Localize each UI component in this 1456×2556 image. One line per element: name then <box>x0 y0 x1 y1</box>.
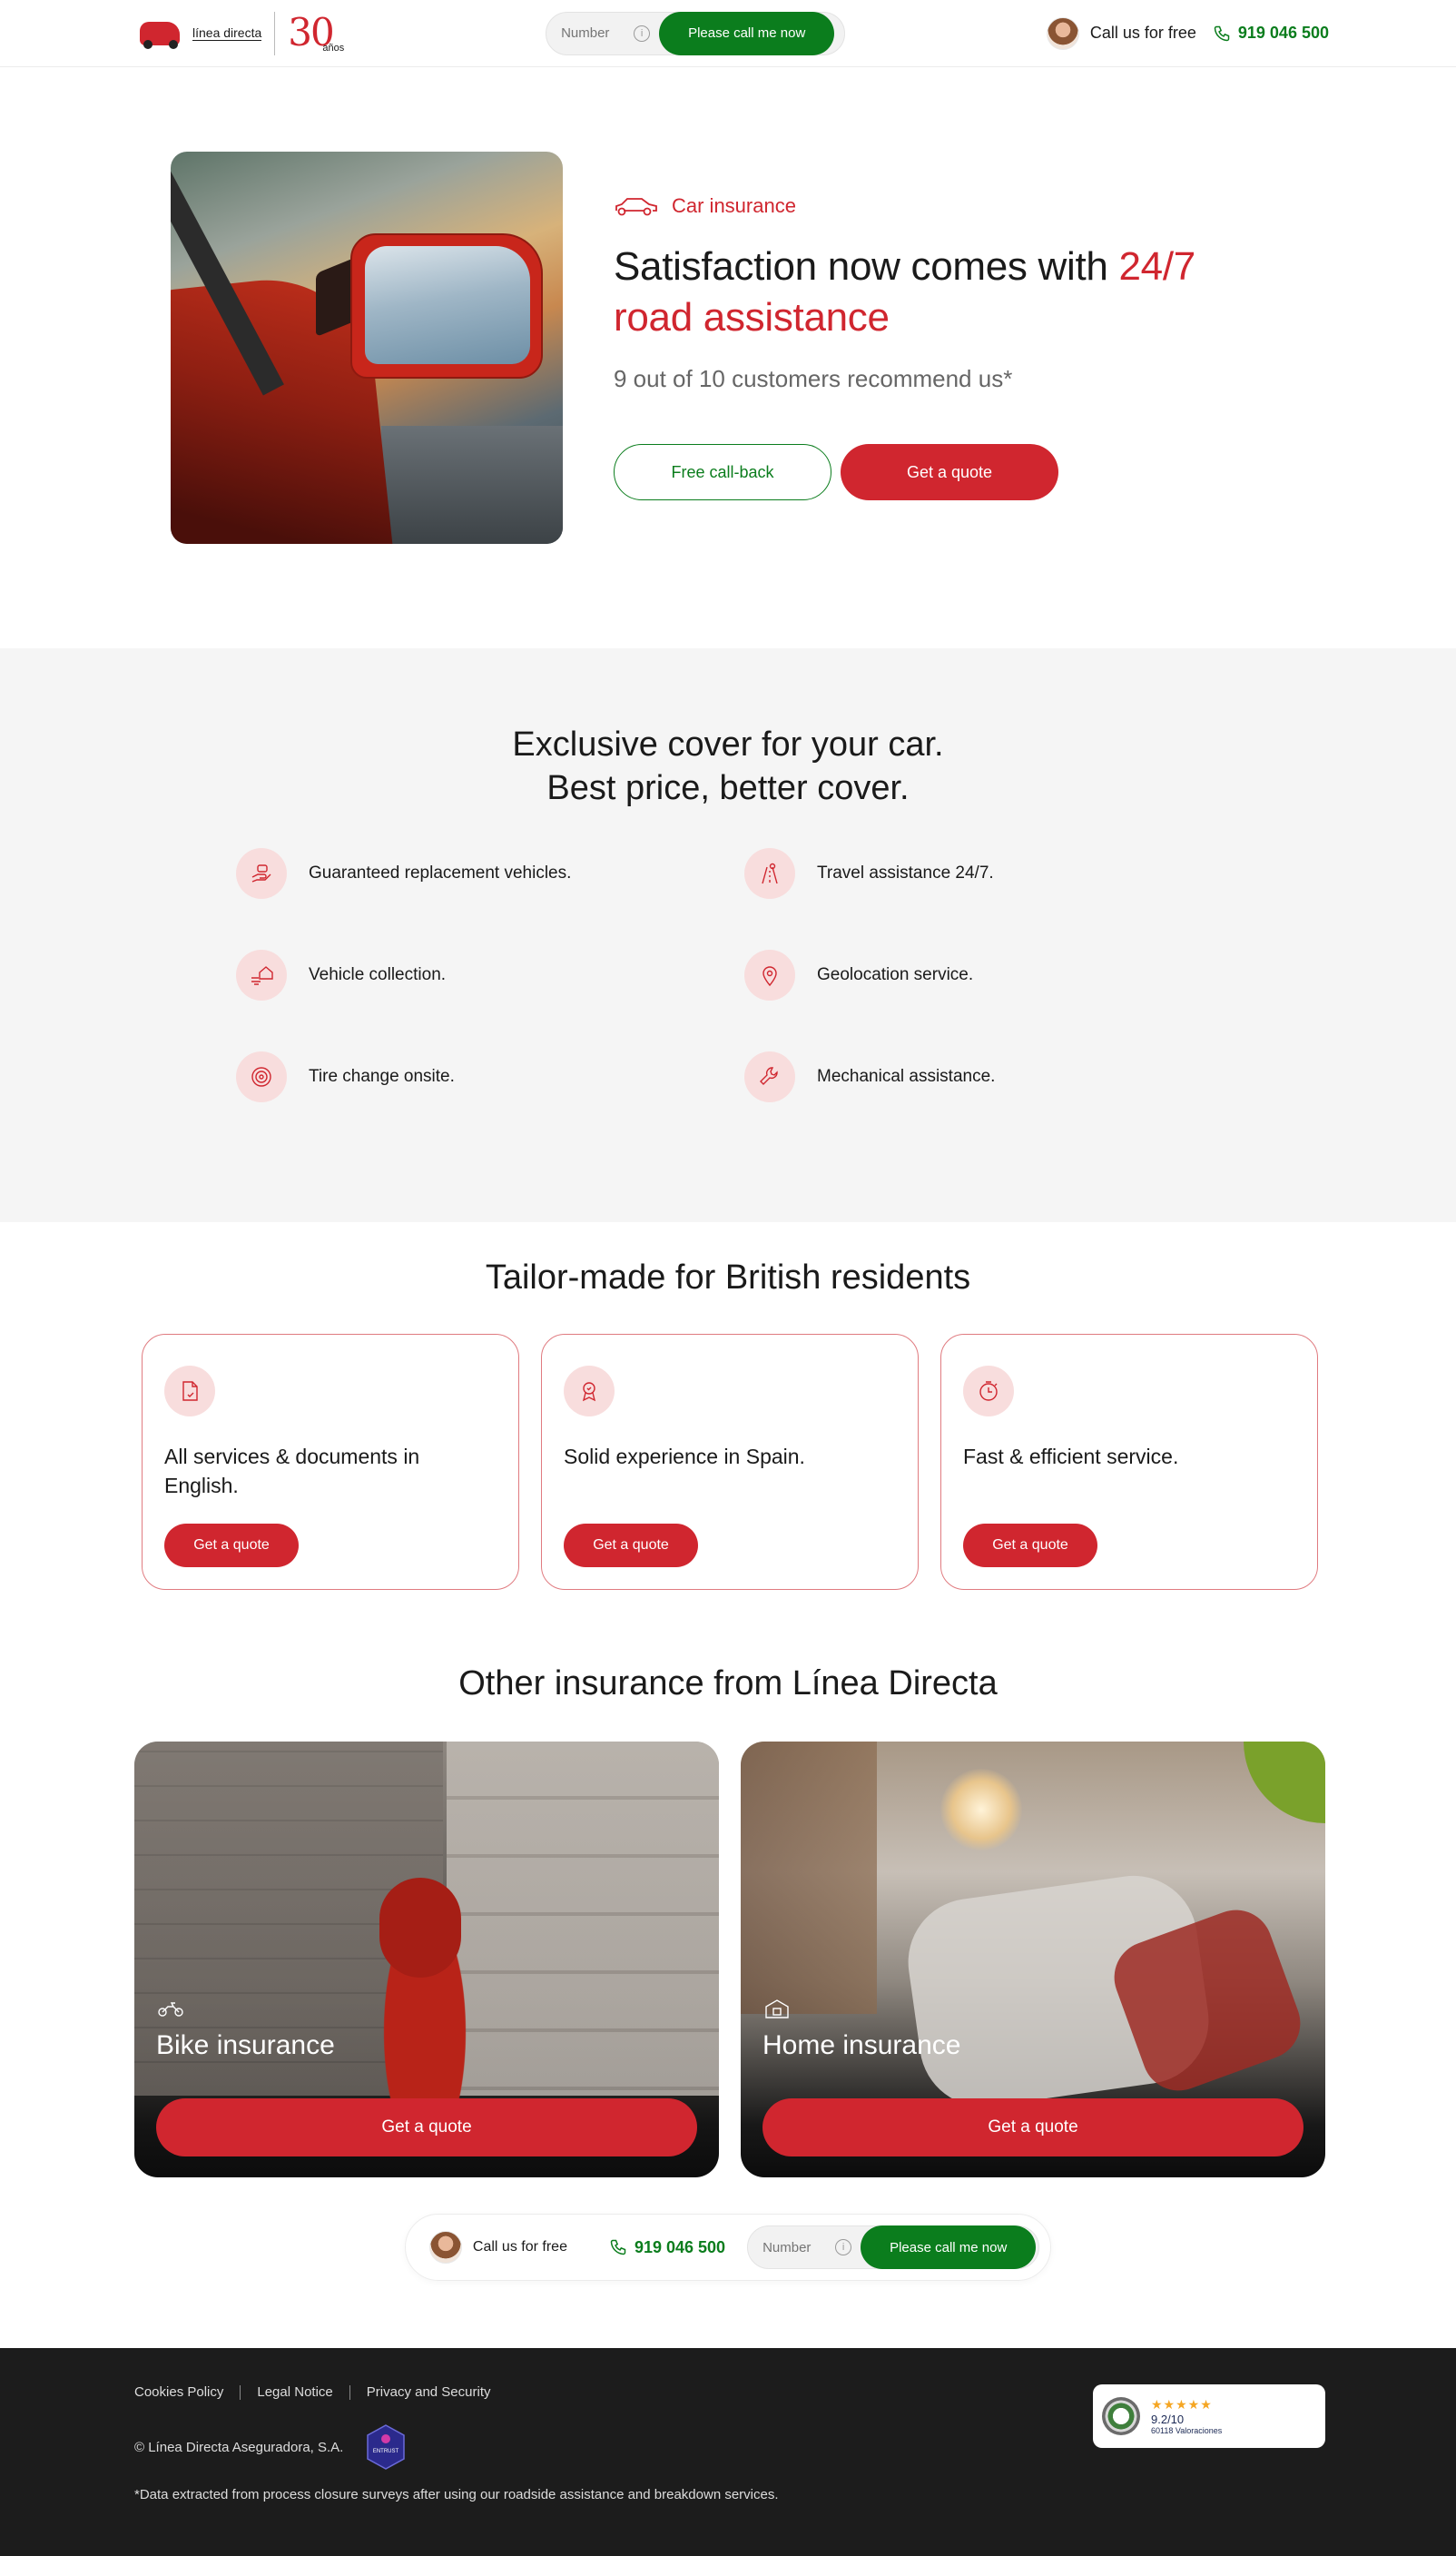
call-us-label: Call us for free <box>1089 24 1196 42</box>
phone-number-input[interactable] <box>561 25 635 41</box>
tow-house-icon <box>236 950 287 1001</box>
site-footer: Cookies Policy Legal Notice Privacy and … <box>0 2348 1456 2556</box>
hero-tag-label: Car insurance <box>672 194 796 217</box>
call-us-label: Call us for free <box>472 2239 567 2255</box>
hero-content: Car insurance Satisfaction now comes wit… <box>614 194 1267 500</box>
document-check-icon <box>164 1366 215 1416</box>
other-insurance-title: Other insurance from Línea Directa <box>458 1664 998 1702</box>
agent-avatar <box>428 2231 462 2264</box>
logo-text: línea directa <box>192 25 262 41</box>
call-me-now-button[interactable]: Please call me now <box>659 11 835 55</box>
feature-item: Tire change onsite. <box>236 1051 744 1102</box>
benefit-card: All services & documents in English. Get… <box>142 1334 519 1590</box>
entrust-badge-icon[interactable]: ENTRUST <box>365 2423 407 2471</box>
phone-icon <box>610 2239 626 2255</box>
bottom-contact-bar: Call us for free 919 046 500 i Please ca… <box>404 2214 1052 2281</box>
hand-key-icon <box>236 848 287 899</box>
phone-number: 919 046 500 <box>634 2237 726 2256</box>
tire-icon <box>236 1051 287 1102</box>
rating-count: 60118 Valoraciones <box>1151 2426 1223 2435</box>
site-header: línea directa 30 años i Please call me n… <box>0 0 1456 67</box>
features-grid: Guaranteed replacement vehicles. Travel … <box>236 848 1456 1102</box>
home-icon <box>765 1999 789 2018</box>
stopwatch-icon <box>963 1366 1014 1416</box>
bike-get-quote-button[interactable]: Get a quote <box>156 2098 697 2156</box>
hero-car-mirror-image <box>171 151 563 544</box>
feature-item: Guaranteed replacement vehicles. <box>236 848 744 899</box>
card-get-quote-button[interactable]: Get a quote <box>963 1524 1097 1567</box>
award-icon <box>564 1366 615 1416</box>
home-insurance-card[interactable]: Home insurance Get a quote <box>741 1742 1325 2177</box>
card-get-quote-button[interactable]: Get a quote <box>564 1524 698 1567</box>
feature-item: Travel assistance 24/7. <box>744 848 1253 899</box>
footer-disclaimer: *Data extracted from process closure sur… <box>134 2487 779 2502</box>
location-pin-icon <box>744 950 795 1001</box>
hero-actions: Free call-back Get a quote <box>614 444 1267 500</box>
tailor-made-section: Tailor-made for British residents All se… <box>0 1222 1456 1590</box>
rating-stars: ★★★★★ <box>1151 2397 1213 2412</box>
cookies-policy-link[interactable]: Cookies Policy <box>134 2384 223 2400</box>
info-icon[interactable]: i <box>634 25 651 42</box>
rating-details: ★★★★★ 9.2/10 60118 Valoraciones <box>1151 2397 1222 2435</box>
features-section: Exclusive cover for your car. Best price,… <box>0 648 1456 1222</box>
bike-insurance-title: Bike insurance <box>156 2030 335 2060</box>
feature-item: Vehicle collection. <box>236 950 744 1001</box>
hero-section: Car insurance Satisfaction now comes wit… <box>0 67 1456 648</box>
agent-avatar <box>1046 16 1079 50</box>
features-title: Exclusive cover for your car. Best price,… <box>512 725 944 807</box>
feature-item: Geolocation service. <box>744 950 1253 1001</box>
home-insurance-title: Home insurance <box>762 2030 961 2060</box>
benefit-card: Solid experience in Spain. Get a quote <box>541 1334 919 1590</box>
privacy-security-link[interactable]: Privacy and Security <box>367 2384 491 2400</box>
copyright: © Línea Directa Aseguradora, S.A. <box>134 2439 344 2455</box>
legal-notice-link[interactable]: Legal Notice <box>257 2384 332 2400</box>
footer-divider <box>349 2384 350 2400</box>
brand-logo[interactable]: línea directa 30 años <box>136 8 344 59</box>
rating-score: 9.2/10 <box>1151 2413 1185 2426</box>
phone-icon <box>1214 25 1230 41</box>
hero-subtitle: 9 out of 10 customers recommend us* <box>614 365 1013 392</box>
home-get-quote-button[interactable]: Get a quote <box>762 2098 1304 2156</box>
svg-text:ENTRUST: ENTRUST <box>373 2449 399 2454</box>
rating-seal-icon <box>1102 2397 1140 2435</box>
anniversary-logo: 30 años <box>288 9 345 54</box>
call-me-now-button[interactable]: Please call me now <box>861 2225 1037 2269</box>
hero-get-quote-button[interactable]: Get a quote <box>841 444 1058 500</box>
benefit-card: Fast & efficient service. Get a quote <box>940 1334 1318 1590</box>
bike-insurance-card[interactable]: Bike insurance Get a quote <box>134 1742 719 2177</box>
footer-divider <box>240 2384 241 2400</box>
hero-tag: Car insurance <box>614 194 1267 218</box>
tailor-title: Tailor-made for British residents <box>485 1258 971 1297</box>
phone-number: 919 046 500 <box>1237 24 1329 42</box>
phone-link[interactable]: 919 046 500 <box>1213 24 1329 43</box>
logo-divider <box>274 11 276 55</box>
bottom-callback-form: i Please call me now <box>747 2225 1040 2269</box>
phone-link[interactable]: 919 046 500 <box>609 2238 725 2257</box>
hero-title: Satisfaction now comes with 24/7 road as… <box>614 244 1195 340</box>
tailor-cards: All services & documents in English. Get… <box>142 1334 1456 1590</box>
rating-widget[interactable]: ★★★★★ 9.2/10 60118 Valoraciones <box>1093 2384 1325 2448</box>
road-pin-icon <box>744 848 795 899</box>
logo-car-icon <box>136 16 183 51</box>
feature-item: Mechanical assistance. <box>744 1051 1253 1102</box>
card-get-quote-button[interactable]: Get a quote <box>164 1524 299 1567</box>
info-icon[interactable]: i <box>835 2239 852 2255</box>
other-insurance-cards: Bike insurance Get a quote Home insuranc… <box>134 1742 1456 2177</box>
free-callback-button[interactable]: Free call-back <box>614 444 831 500</box>
other-insurance-section: Other insurance from Línea Directa Bike … <box>0 1590 1456 2177</box>
header-callback-form: i Please call me now <box>546 11 846 55</box>
wrench-icon <box>744 1051 795 1102</box>
header-contact: Call us for free 919 046 500 <box>1046 16 1329 50</box>
phone-number-input[interactable] <box>762 2239 836 2255</box>
car-icon <box>615 198 657 216</box>
bottom-contact-section: Call us for free 919 046 500 i Please ca… <box>0 2177 1456 2348</box>
motorbike-icon <box>158 2002 183 2017</box>
